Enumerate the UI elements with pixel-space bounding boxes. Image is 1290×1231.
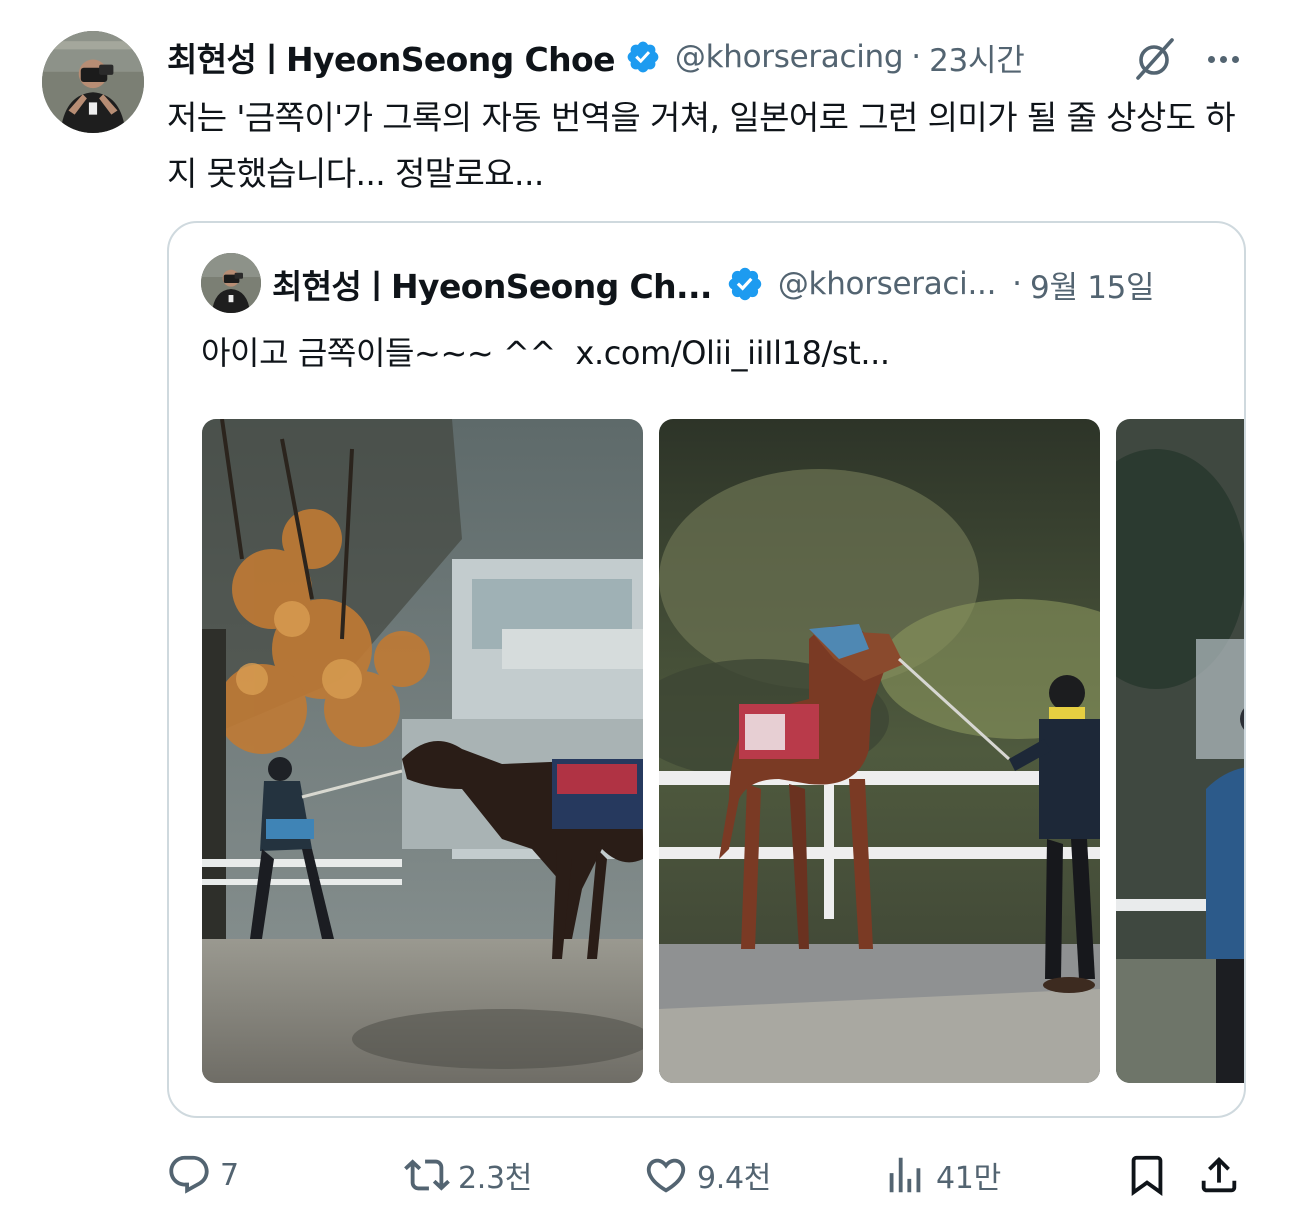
quoted-tweet-text: 아이고 금쪽이들~~~ ^^ x.com/Olii_iiIl18/st... — [201, 334, 890, 372]
heart-icon — [646, 1158, 686, 1193]
quoted-tweet-card[interactable]: 최현성ㅣHyeonSeong Ch... @khorseraci... · 9월… — [167, 221, 1246, 1118]
reply-count: 7 — [220, 1157, 239, 1193]
share-button[interactable] — [1196, 1140, 1242, 1210]
author-name[interactable]: 최현성ㅣHyeonSeong Choe — [167, 33, 616, 81]
avatar-photo — [201, 253, 261, 313]
share-icon — [1201, 1156, 1237, 1193]
views-button[interactable]: 41만 — [882, 1140, 1001, 1210]
separator-dot: · — [911, 39, 922, 75]
views-count: 41만 — [936, 1161, 1001, 1196]
author-avatar[interactable] — [42, 31, 144, 133]
verified-badge-icon[interactable] — [726, 265, 764, 303]
media-photo-2[interactable] — [659, 419, 1100, 1083]
views-chart-icon — [889, 1157, 921, 1193]
tweet-text: 저는 '금쪽이'가 그록의 자동 번역을 거쳐, 일본어로 그런 의미가 될 줄… — [167, 98, 1236, 193]
author-handle[interactable]: @khorseracing — [675, 39, 904, 75]
quoted-tweet-header: 최현성ㅣHyeonSeong Ch... @khorseraci... · 9월… — [272, 256, 1222, 312]
bookmark-icon — [1131, 1155, 1163, 1196]
tweet-header: 최현성ㅣHyeonSeong Choe @khorseracing · 23시간 — [167, 28, 1257, 86]
repost-icon — [404, 1159, 450, 1191]
quoted-author-handle[interactable]: @khorseraci... — [778, 266, 997, 302]
media-photo-3[interactable] — [1116, 419, 1244, 1083]
verified-badge-icon[interactable] — [625, 39, 661, 75]
bookmark-button[interactable] — [1124, 1140, 1170, 1210]
reply-button[interactable]: 7 — [166, 1140, 239, 1210]
avatar-photo — [42, 31, 144, 133]
more-options-icon[interactable] — [1198, 36, 1248, 82]
like-button[interactable]: 9.4천 — [643, 1140, 771, 1210]
grok-icon[interactable] — [1130, 34, 1180, 84]
tweet-action-bar: 7 2.3천 9.4천 41만 — [0, 1140, 1290, 1210]
tweet-time[interactable]: 23시간 — [929, 35, 1025, 80]
quoted-tweet-time[interactable]: 9월 15일 — [1030, 262, 1155, 307]
separator-dot: · — [1012, 266, 1023, 302]
quoted-author-name[interactable]: 최현성ㅣHyeonSeong Ch... — [272, 260, 712, 308]
repost-count: 2.3천 — [458, 1161, 533, 1196]
repost-button[interactable]: 2.3천 — [404, 1140, 532, 1210]
media-photo-1[interactable] — [202, 419, 643, 1083]
reply-icon — [169, 1155, 209, 1194]
quoted-author-avatar[interactable] — [201, 253, 261, 313]
like-count: 9.4천 — [697, 1161, 772, 1196]
